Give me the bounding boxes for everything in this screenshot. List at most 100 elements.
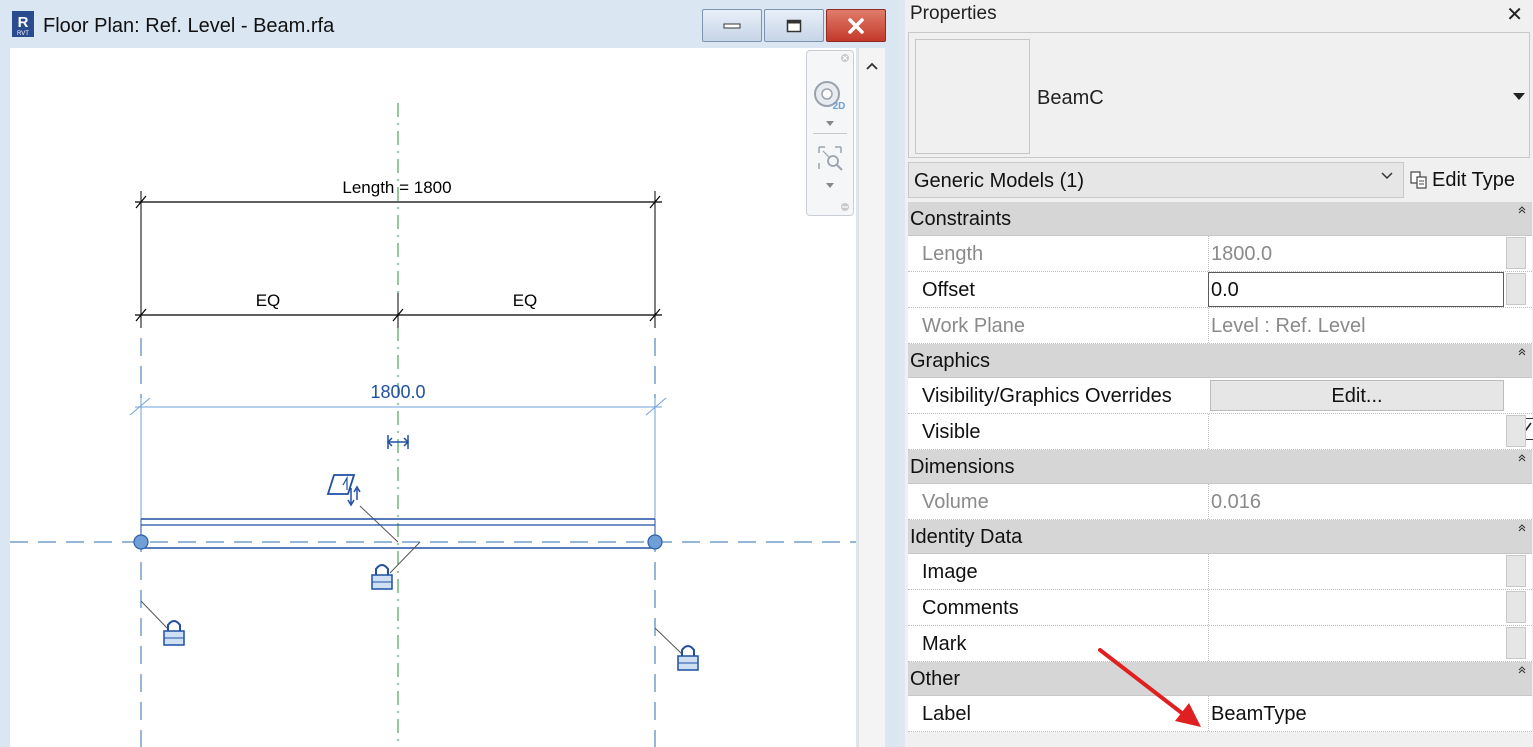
- property-name: Visibility/Graphics Overrides: [922, 385, 1172, 407]
- chevron-down-icon: [826, 120, 834, 126]
- property-value: 0.016: [1211, 491, 1262, 513]
- beam-end-grip[interactable]: [647, 534, 663, 550]
- vertical-scrollbar[interactable]: [858, 48, 885, 747]
- steering-wheel-dropdown[interactable]: [807, 117, 853, 129]
- type-dropdown-icon[interactable]: [1513, 93, 1525, 100]
- section-graphics[interactable]: Graphics: [908, 344, 1532, 378]
- section-other[interactable]: Other: [908, 662, 1532, 696]
- steering-wheel-button[interactable]: 2D: [807, 73, 853, 117]
- flip-workplane-icon[interactable]: [326, 474, 399, 543]
- temporary-dimension[interactable]: 1800.0: [129, 382, 667, 542]
- property-name: Mark: [922, 633, 967, 655]
- collapse-icon[interactable]: [1518, 206, 1526, 214]
- property-value: 0.0: [1211, 279, 1239, 301]
- property-row-mark[interactable]: Mark: [908, 626, 1532, 662]
- property-row-visible[interactable]: Visible: [908, 414, 1533, 450]
- associate-parameter-button[interactable]: [1506, 591, 1526, 623]
- section-identity-data[interactable]: Identity Data: [908, 520, 1532, 554]
- vg-edit-button[interactable]: Edit...: [1210, 380, 1504, 411]
- property-row-image[interactable]: Image: [908, 554, 1532, 590]
- properties-palette: Properties ✕ BeamC Generic Models (1) Ed…: [905, 0, 1533, 747]
- offset-value-field[interactable]: 0.0: [1208, 272, 1504, 307]
- zoom-button[interactable]: [807, 141, 853, 175]
- svg-text:R: R: [18, 14, 29, 31]
- property-name: Visible: [922, 421, 981, 443]
- navbar-close-icon[interactable]: [840, 53, 850, 63]
- window-titlebar[interactable]: R RVT Floor Plan: Ref. Level - Beam.rfa: [0, 0, 898, 46]
- temporary-dimension-value[interactable]: 1800.0: [370, 382, 425, 402]
- properties-close-icon[interactable]: ✕: [1506, 2, 1523, 27]
- property-name: Offset: [922, 279, 975, 301]
- edit-type-button[interactable]: Edit Type: [1410, 164, 1515, 196]
- instance-filter-dropdown[interactable]: Generic Models (1): [908, 162, 1404, 198]
- lock-icon[interactable]: [654, 627, 699, 671]
- maximize-button[interactable]: [764, 9, 824, 42]
- chevron-down-icon: [1381, 172, 1393, 180]
- window-title: Floor Plan: Ref. Level - Beam.rfa: [43, 15, 335, 37]
- property-value[interactable]: BeamType: [1211, 703, 1307, 726]
- property-name: Comments: [922, 597, 1019, 619]
- properties-header[interactable]: Properties ✕: [905, 0, 1533, 30]
- length-dimension-label: Length = 1800: [342, 178, 451, 197]
- associate-parameter-button[interactable]: [1506, 627, 1526, 659]
- property-row-label[interactable]: Label BeamType: [908, 696, 1532, 732]
- revit-app-icon: R RVT: [12, 11, 34, 37]
- associate-parameter-button[interactable]: [1506, 273, 1526, 305]
- svg-text:2D: 2D: [833, 101, 846, 112]
- floor-plan-drawing[interactable]: Length = 1800 EQ EQ 1800.0: [10, 48, 856, 747]
- section-label: Graphics: [910, 350, 991, 372]
- zoom-region-icon: [818, 146, 843, 171]
- section-label: Dimensions: [910, 456, 1015, 478]
- section-label: Other: [910, 668, 961, 690]
- close-button[interactable]: [826, 9, 886, 42]
- floor-plan-window: R RVT Floor Plan: Ref. Level - Beam.rfa: [0, 0, 898, 747]
- section-label: Identity Data: [910, 526, 1023, 548]
- close-icon: [848, 17, 864, 34]
- property-name: Length: [922, 243, 984, 265]
- navigation-bar: 2D: [806, 50, 854, 216]
- collapse-icon[interactable]: [1518, 348, 1526, 356]
- eq-dimension[interactable]: EQ EQ: [135, 291, 662, 328]
- maximize-icon: [786, 19, 802, 32]
- beam-start-grip[interactable]: [133, 534, 149, 550]
- drawing-canvas[interactable]: Length = 1800 EQ EQ 1800.0: [10, 48, 856, 747]
- section-dimensions[interactable]: Dimensions: [908, 450, 1532, 484]
- collapse-icon[interactable]: [1518, 666, 1526, 674]
- property-row-work-plane[interactable]: Work Plane Level : Ref. Level: [908, 308, 1532, 344]
- property-row-length[interactable]: Length 1800.0: [908, 236, 1532, 272]
- type-preview-image: [915, 39, 1030, 154]
- chevron-up-icon: [866, 62, 878, 70]
- collapse-icon[interactable]: [1518, 524, 1526, 532]
- edit-type-icon: [1410, 171, 1427, 189]
- scroll-up-button[interactable]: [859, 56, 885, 76]
- navbar-options-icon[interactable]: [840, 202, 850, 212]
- property-row-volume[interactable]: Volume 0.016: [908, 484, 1532, 520]
- properties-grid: Constraints Length 1800.0 Offset 0.0 Wor…: [908, 202, 1533, 732]
- lock-icon[interactable]: [140, 600, 185, 646]
- chevron-down-icon: [826, 182, 834, 188]
- section-constraints[interactable]: Constraints: [908, 202, 1532, 236]
- property-name: Work Plane: [922, 315, 1026, 337]
- navbar-divider: [813, 133, 847, 134]
- edit-type-label: Edit Type: [1432, 168, 1516, 191]
- property-value: 1800.0: [1211, 243, 1273, 265]
- steering-wheel-icon: 2D: [814, 81, 846, 112]
- svg-text:RVT: RVT: [17, 31, 29, 37]
- type-name: BeamC: [1037, 87, 1104, 109]
- minimize-icon: [723, 23, 741, 28]
- property-row-vg-overrides[interactable]: Visibility/Graphics Overrides Edit...: [908, 378, 1532, 414]
- eq-left-label: EQ: [256, 291, 281, 310]
- properties-title: Properties: [910, 3, 997, 24]
- property-row-offset[interactable]: Offset 0.0: [908, 272, 1532, 308]
- instance-filter-value: Generic Models (1): [914, 170, 1085, 192]
- zoom-dropdown[interactable]: [807, 179, 853, 191]
- associate-parameter-button[interactable]: [1506, 237, 1526, 269]
- property-row-comments[interactable]: Comments: [908, 590, 1532, 626]
- collapse-icon[interactable]: [1518, 454, 1526, 462]
- associate-parameter-button[interactable]: [1506, 415, 1526, 447]
- lock-icon[interactable]: [371, 541, 421, 590]
- eq-right-label: EQ: [513, 291, 538, 310]
- type-selector[interactable]: BeamC: [908, 32, 1530, 158]
- associate-parameter-button[interactable]: [1506, 555, 1526, 587]
- minimize-button[interactable]: [702, 9, 762, 42]
